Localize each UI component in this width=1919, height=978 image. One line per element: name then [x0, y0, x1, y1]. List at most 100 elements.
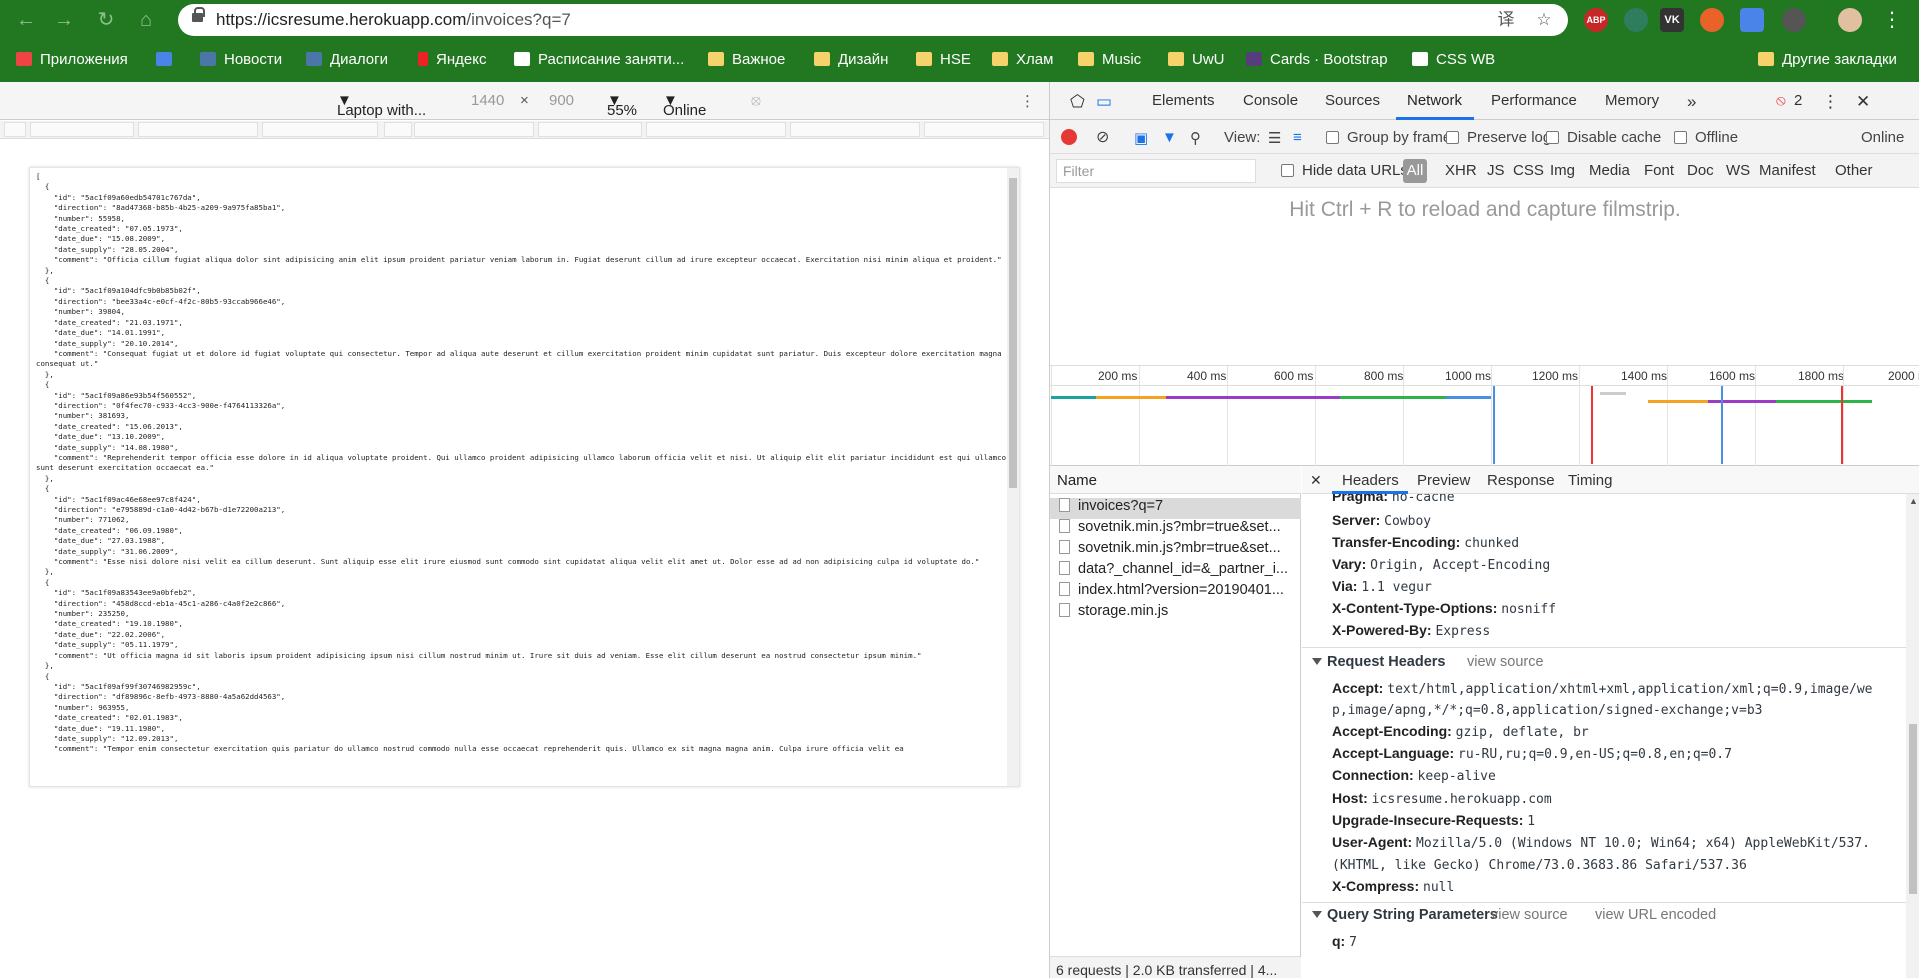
bookmark-csswb[interactable]: CSS WB — [1412, 49, 1495, 71]
tab-memory[interactable]: Memory — [1605, 92, 1659, 109]
waterfall-view-icon[interactable]: ≡ — [1293, 129, 1302, 146]
bookmark-bootstrap[interactable]: Cards · Bootstrap — [1246, 49, 1388, 71]
devtools-menu-icon[interactable]: ⋮ — [1822, 92, 1839, 112]
url-text[interactable]: https://icsresume.herokuapp.com/invoices… — [216, 10, 571, 30]
request-row[interactable]: storage.min.js — [1050, 603, 1301, 624]
adblock-icon[interactable]: ABP — [1584, 8, 1608, 32]
bookmark-dialogs[interactable]: Диалоги — [306, 49, 388, 71]
type-filter-other[interactable]: Other — [1835, 162, 1873, 179]
height-input[interactable]: 900 — [549, 92, 574, 109]
vk-extension-icon[interactable]: VK — [1660, 8, 1684, 32]
device-toggle-icon[interactable]: ▭ — [1096, 92, 1112, 112]
extension-icon[interactable] — [1624, 8, 1648, 32]
type-filter-xhr[interactable]: XHR — [1445, 162, 1477, 179]
error-count[interactable]: 2 — [1794, 92, 1802, 109]
request-row[interactable]: data?_channel_id=&_partner_i... — [1050, 561, 1301, 582]
overview-timeline[interactable]: 200 ms 400 ms 600 ms 800 ms 1000 ms 1200… — [1050, 366, 1919, 466]
bookmark-important[interactable]: Важное — [708, 49, 785, 71]
page-scrollbar-thumb[interactable] — [1009, 178, 1017, 488]
name-column-header[interactable]: Name — [1050, 466, 1301, 494]
type-filter-css[interactable]: CSS — [1513, 162, 1544, 179]
list-view-icon[interactable]: ☰ — [1268, 129, 1281, 147]
request-row[interactable]: sovetnik.min.js?mbr=true&set... — [1050, 540, 1301, 561]
screenshot-icon[interactable]: ▣ — [1134, 129, 1148, 147]
offline-checkbox[interactable]: Offline — [1674, 129, 1738, 146]
type-filter-img[interactable]: Img — [1550, 162, 1575, 179]
bookmark-news[interactable]: Новости — [200, 49, 282, 71]
more-tabs-button[interactable]: » — [1687, 92, 1696, 112]
bookmark-schedule[interactable]: Расписание заняти... — [514, 49, 684, 71]
disable-cache-checkbox[interactable]: Disable cache — [1546, 129, 1661, 146]
type-filter-font[interactable]: Font — [1644, 162, 1674, 179]
width-input[interactable]: 1440 — [471, 92, 504, 109]
tab-performance[interactable]: Performance — [1491, 92, 1577, 109]
type-filter-manifest[interactable]: Manifest — [1759, 162, 1816, 179]
bookmark-yandex[interactable]: Яндекс — [418, 49, 486, 71]
error-icon[interactable]: ⦸ — [1776, 92, 1786, 109]
throttle-select[interactable]: Online ▼ — [663, 92, 706, 119]
group-by-frame-checkbox[interactable]: Group by frame — [1326, 129, 1451, 146]
close-detail-icon[interactable]: ✕ — [1310, 472, 1322, 489]
bookmark-apps[interactable]: Приложения — [16, 49, 128, 71]
view-source-link[interactable]: view source — [1491, 907, 1568, 923]
type-filter-js[interactable]: JS — [1487, 162, 1505, 179]
headers-scrollbar-thumb[interactable] — [1909, 724, 1917, 894]
device-select[interactable]: Laptop with... ▼ — [337, 92, 426, 119]
type-filter-all[interactable]: All — [1403, 159, 1427, 183]
close-devtools-icon[interactable]: ✕ — [1856, 92, 1870, 112]
star-icon[interactable]: ☆ — [1534, 11, 1554, 29]
brave-icon[interactable] — [1700, 8, 1724, 32]
home-icon[interactable]: ⌂ — [134, 8, 158, 32]
translate-extension-icon[interactable] — [1740, 8, 1764, 32]
page-scrollbar[interactable] — [1007, 168, 1019, 786]
request-row[interactable]: index.html?version=20190401... — [1050, 582, 1301, 603]
clear-icon[interactable]: ⊘ — [1096, 127, 1109, 147]
tab-sources[interactable]: Sources — [1325, 92, 1380, 109]
search-icon[interactable]: ⚲ — [1190, 129, 1201, 147]
request-row[interactable]: invoices?q=7 — [1050, 498, 1301, 519]
type-filter-media[interactable]: Media — [1589, 162, 1630, 179]
bookmark-hse[interactable]: HSE — [916, 49, 971, 71]
bulb-extension-icon[interactable] — [1782, 8, 1806, 32]
translate-icon[interactable]: 译 — [1496, 11, 1516, 29]
tab-console[interactable]: Console — [1243, 92, 1298, 109]
back-icon[interactable]: ← — [14, 8, 38, 32]
rotate-icon[interactable]: ⦻ — [751, 92, 761, 109]
menu-icon[interactable]: ⋮ — [1880, 8, 1904, 32]
bookmark-download[interactable] — [156, 49, 176, 71]
bookmark-junk[interactable]: Хлам — [992, 49, 1053, 71]
filter-input[interactable]: Filter — [1056, 159, 1256, 183]
forward-icon[interactable]: → — [52, 8, 76, 32]
bookmark-uwu[interactable]: UwU — [1168, 49, 1225, 71]
bookmark-other[interactable]: Другие закладки — [1758, 49, 1897, 71]
view-url-encoded-link[interactable]: view URL encoded — [1595, 907, 1716, 923]
record-icon[interactable] — [1061, 129, 1077, 145]
type-filter-doc[interactable]: Doc — [1687, 162, 1714, 179]
tab-preview[interactable]: Preview — [1417, 472, 1470, 489]
type-filter-ws[interactable]: WS — [1726, 162, 1750, 179]
tab-elements[interactable]: Elements — [1152, 92, 1215, 109]
scroll-up-icon[interactable]: ▲ — [1909, 496, 1918, 506]
address-bar[interactable]: https://icsresume.herokuapp.com/invoices… — [178, 4, 1568, 36]
inspect-icon[interactable]: ⬠ — [1070, 92, 1085, 112]
bookmark-music[interactable]: Music — [1078, 49, 1141, 71]
bookmark-design[interactable]: Дизайн — [814, 49, 888, 71]
tab-headers[interactable]: Headers — [1342, 472, 1399, 489]
throttle-dropdown[interactable]: Online — [1861, 129, 1904, 146]
preserve-log-checkbox[interactable]: Preserve log — [1446, 129, 1551, 146]
tab-timing[interactable]: Timing — [1568, 472, 1612, 489]
tab-network[interactable]: Network — [1407, 92, 1462, 109]
avatar[interactable] — [1838, 8, 1862, 32]
more-icon[interactable]: ⋮ — [1020, 92, 1035, 110]
query-string-section[interactable]: Query String Parameters — [1312, 907, 1498, 923]
request-row[interactable]: sovetnik.min.js?mbr=true&set... — [1050, 519, 1301, 540]
view-source-link[interactable]: view source — [1467, 654, 1544, 670]
headers-scrollbar[interactable]: ▲ — [1906, 494, 1919, 978]
zoom-select[interactable]: 55% ▼ — [607, 92, 637, 119]
hide-data-urls-checkbox[interactable]: Hide data URLs — [1281, 162, 1408, 179]
request-headers-section[interactable]: Request Headers — [1312, 654, 1445, 670]
page-frame[interactable]: [ { "id": "5ac1f09a60edb54701c767da", "d… — [29, 167, 1020, 787]
reload-icon[interactable]: ↻ — [94, 8, 118, 32]
tab-response[interactable]: Response — [1487, 472, 1555, 489]
filter-icon[interactable]: ▼ — [1162, 129, 1177, 146]
